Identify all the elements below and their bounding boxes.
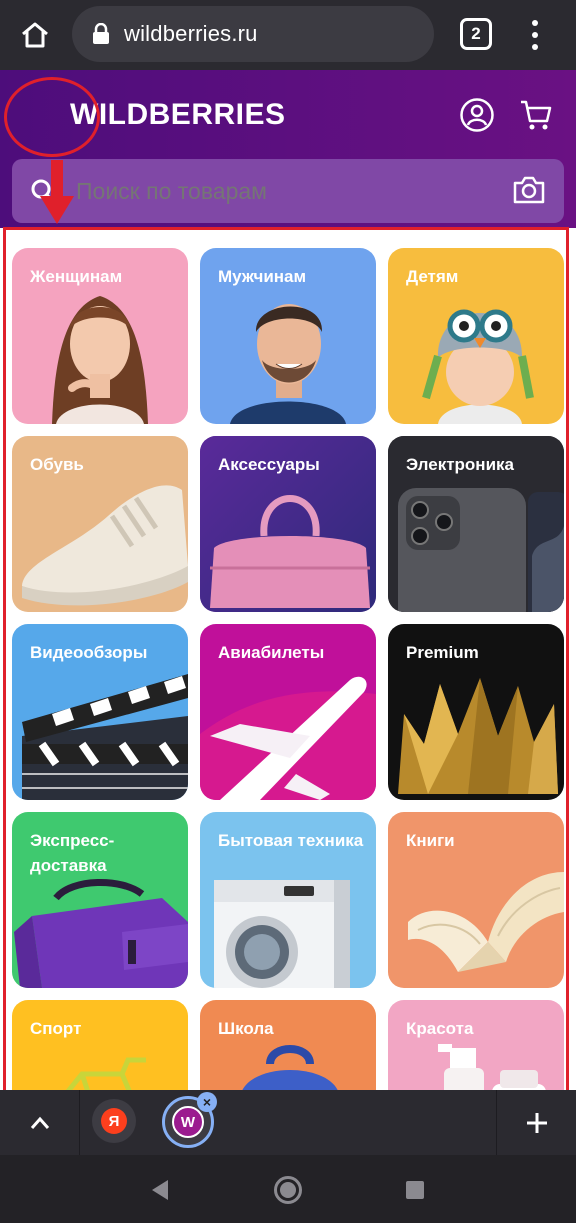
tab-yandex[interactable]: Я [92, 1099, 136, 1143]
category-label: Бытовая техника [218, 831, 364, 850]
category-tile-sport[interactable]: Спорт [12, 1000, 188, 1090]
camera-icon[interactable] [512, 175, 546, 205]
category-tile-beauty[interactable]: Красота [388, 1000, 564, 1090]
category-label: Книги [406, 831, 455, 850]
category-tile-men[interactable]: Мужчинам [200, 248, 376, 424]
category-tile-school[interactable]: Школа [200, 1000, 376, 1090]
overflow-menu-icon[interactable] [520, 16, 550, 54]
backpack-image [242, 1045, 338, 1090]
category-label: Красота [406, 1019, 474, 1038]
system-nav-bar [0, 1155, 576, 1223]
address-bar[interactable]: wildberries.ru [72, 6, 434, 62]
category-tile-shoes[interactable]: Обувь [12, 436, 188, 612]
home-icon[interactable] [14, 14, 56, 56]
category-label: Видеообзоры [30, 643, 148, 662]
expand-tabs-icon[interactable] [0, 1090, 80, 1155]
category-label: Авиабилеты [218, 643, 325, 662]
site-logo[interactable]: WILDBERRIES [70, 98, 286, 132]
category-tile-accessories[interactable]: Аксессуары [200, 436, 376, 612]
lock-icon [93, 23, 109, 44]
tab-switcher-button[interactable]: 2 [460, 18, 492, 50]
close-tab-icon[interactable]: × [197, 1092, 217, 1112]
category-tile-electronics[interactable]: Электроника [388, 436, 564, 612]
search-icon [31, 179, 56, 204]
category-tile-express-delivery[interactable]: Экспресс-доставка [12, 812, 188, 988]
back-icon[interactable] [150, 1179, 170, 1201]
category-label: Спорт [30, 1019, 82, 1038]
home-nav-icon[interactable] [274, 1176, 302, 1204]
category-label: Школа [218, 1019, 274, 1038]
url-text: wildberries.ru [124, 21, 258, 46]
profile-icon[interactable] [459, 97, 495, 133]
bicycle-image [65, 1057, 146, 1090]
category-tile-video-reviews[interactable]: Видеообзоры [12, 624, 188, 800]
browser-toolbar: wildberries.ru 2 [0, 0, 576, 70]
category-tile-women[interactable]: Женщинам [12, 248, 188, 424]
category-tile-appliances[interactable]: Бытовая техника [200, 812, 376, 988]
site-header: WILDBERRIES [0, 70, 576, 228]
tab-strip: Я W × [0, 1090, 576, 1155]
category-label: Обувь [30, 455, 84, 474]
screen: wildberries.ru 2 WILDBERRIES Женщина [0, 0, 576, 1223]
cart-icon[interactable] [518, 97, 554, 133]
category-tile-air-tickets[interactable]: Авиабилеты [200, 624, 376, 800]
category-tile-books[interactable]: Книги [388, 812, 564, 988]
category-label: Женщинам [30, 267, 123, 286]
category-label: Premium [406, 643, 479, 662]
new-tab-icon[interactable] [496, 1090, 576, 1155]
category-label: Электроника [406, 455, 514, 474]
category-label: Детям [406, 267, 459, 286]
search-input[interactable] [76, 159, 496, 223]
category-grid: Женщинам Мужчинам Детям Обувь Аксессуары… [0, 228, 576, 1090]
yandex-icon: Я [101, 1108, 127, 1134]
cosmetics-image [438, 1044, 546, 1090]
category-label: Мужчинам [218, 267, 307, 286]
search-bar[interactable] [12, 159, 564, 223]
category-label: Аксессуары [218, 455, 320, 474]
category-tile-kids[interactable]: Детям [388, 248, 564, 424]
category-tile-premium[interactable]: Premium [388, 624, 564, 800]
wildberries-icon: W [172, 1106, 204, 1138]
category-label: Экспресс-доставка [30, 831, 115, 875]
recent-apps-icon[interactable] [406, 1181, 424, 1199]
